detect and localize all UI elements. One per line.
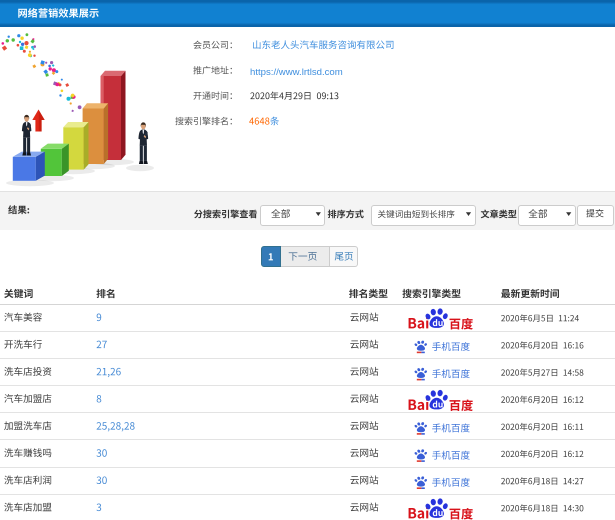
svg-text:https://www.lrtlsd.com: https://www.lrtlsd.com	[250, 67, 343, 78]
